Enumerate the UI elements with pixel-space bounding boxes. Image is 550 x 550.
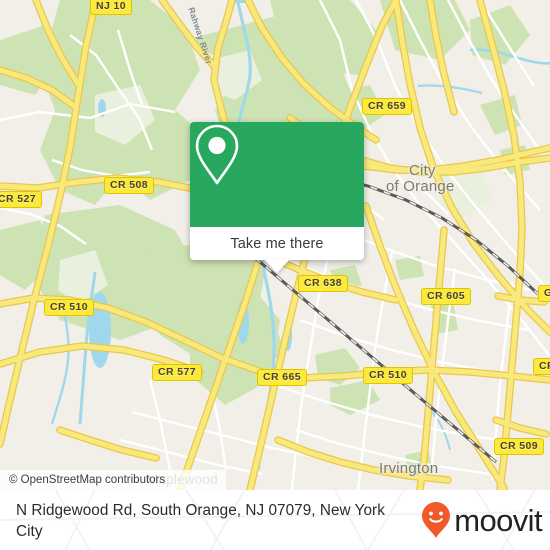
road-shield: CR 508: [104, 177, 155, 194]
map-canvas[interactable]: NJ 10 CR 659 CR 508 CR 527 CR 638 CR 605 CR 51…: [0, 0, 550, 490]
road-shield: CR 577: [152, 364, 203, 381]
road-shield: GS: [538, 285, 550, 302]
take-me-there-button[interactable]: Take me there: [190, 227, 364, 260]
moovit-wordmark: moovit: [454, 502, 542, 538]
road-shield: CR 605: [421, 288, 472, 305]
road-shield: NJ 10: [90, 0, 133, 15]
road-shield: CR 638: [298, 275, 349, 292]
moovit-smiley-pin-icon: [422, 502, 451, 538]
moovit-logo[interactable]: moovit: [421, 502, 543, 538]
address-text: N Ridgewood Rd, South Orange, NJ 07079, …: [16, 502, 385, 540]
place-label: Irvington: [379, 460, 439, 477]
take-me-there-label: Take me there: [230, 235, 324, 252]
osm-attribution[interactable]: © OpenStreetMap contributors: [0, 470, 226, 490]
map-screenshot: NJ 10 CR 659 CR 508 CR 527 CR 638 CR 605 CR 51…: [0, 0, 550, 550]
road-shield: CR 659: [362, 98, 413, 115]
location-callout-card[interactable]: Take me there: [190, 122, 364, 273]
place-label: of Orange: [386, 178, 455, 195]
road-shield: CR 665: [257, 369, 308, 386]
road-shield: CR 509: [494, 438, 545, 455]
road-shield: CR 510: [363, 367, 414, 384]
road-shield: CR: [533, 358, 550, 375]
road-shield: CR 527: [0, 191, 43, 208]
callout-header: [190, 122, 364, 227]
place-label: City: [409, 162, 436, 179]
road-shield: CR 510: [44, 299, 95, 316]
footer-bar: N Ridgewood Rd, South Orange, NJ 07079, …: [0, 490, 550, 550]
location-pin-icon: [195, 124, 239, 185]
callout-tail: [264, 259, 290, 273]
